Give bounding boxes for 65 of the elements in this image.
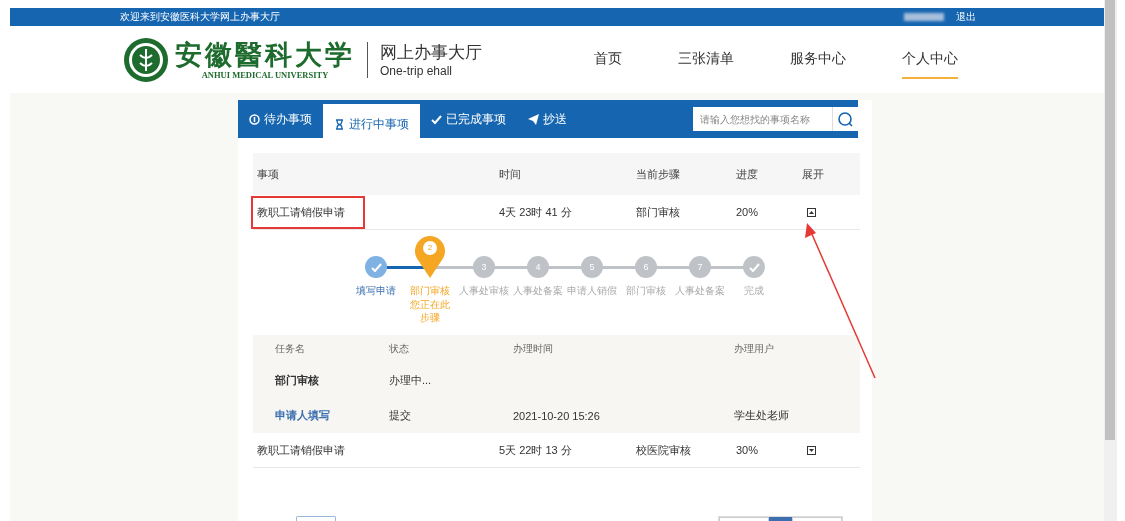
tab[interactable]: 待办事项 — [238, 102, 323, 136]
tab[interactable]: 已完成事项 — [420, 102, 517, 136]
nav-link[interactable]: 个人中心 — [902, 40, 958, 79]
logout-link[interactable]: 退出 — [956, 10, 976, 24]
tab[interactable]: 进行中事项 — [323, 104, 420, 140]
nav-link[interactable]: 三张清单 — [678, 40, 734, 79]
table-cell-text: 办理中... — [389, 373, 433, 388]
search-field[interactable]: 请输入您想找的事项名称 — [693, 107, 832, 131]
search-button[interactable] — [832, 107, 858, 131]
logo-title: 安徽醫科大学 — [175, 39, 355, 70]
step-label: 人事处备案 — [513, 284, 563, 298]
step-label: 人事处备案 — [675, 284, 725, 298]
site-title: 网上办事大厅 — [380, 42, 482, 64]
scrollbar[interactable] — [1104, 0, 1117, 521]
nav-link[interactable]: 服务中心 — [790, 40, 846, 79]
search-icon — [838, 111, 853, 127]
table-cell-text: 2021-10-20 15:26 — [513, 409, 601, 422]
check-icon — [431, 113, 442, 125]
step-label: 部门审核 — [626, 284, 666, 298]
column-header: 任务名 — [275, 342, 306, 356]
table-cell-text: 30% — [736, 444, 760, 456]
table-cell-text: 20% — [736, 206, 760, 218]
table-cell-text: 5天 22时 13 分 — [499, 442, 573, 458]
highlighted-cell: 教职工请销假申请 — [253, 197, 363, 227]
column-header: 事项 — [257, 166, 280, 182]
step-label: 完成 — [744, 284, 764, 298]
nav-link[interactable]: 首页 — [594, 40, 622, 79]
collapse-icon[interactable] — [807, 207, 816, 217]
table-cell-text: 部门审核 — [636, 204, 681, 220]
logo-subtitle: ANHUI MEDICAL UNIVERSITY — [201, 69, 329, 80]
scrollbar-thumb[interactable] — [1105, 0, 1115, 440]
table-cell-text: 学生处老师 — [734, 408, 790, 423]
hourglass-icon — [334, 118, 345, 130]
site-subtitle: One-trip ehall — [380, 64, 454, 78]
info-icon — [249, 113, 260, 125]
step-label: 人事处审核 — [459, 284, 509, 298]
welcome-text: 欢迎来到安徽医科大学网上办事大厅 — [120, 10, 280, 24]
table-cell-text: 教职工请销假申请 — [257, 442, 345, 458]
column-header: 状态 — [389, 342, 410, 356]
column-header: 办理用户 — [734, 342, 775, 356]
table-cell-text: 校医院审核 — [636, 442, 692, 458]
step-note: 您正在此步骤 — [409, 298, 451, 324]
tab[interactable]: 抄送 — [517, 102, 578, 136]
column-header: 时间 — [499, 166, 522, 182]
blurred-username — [904, 13, 944, 21]
paper-plane-icon — [528, 113, 539, 125]
column-header: 当前步骤 — [636, 166, 681, 182]
step-number: 6 — [635, 256, 657, 278]
expand-icon[interactable] — [807, 445, 816, 455]
column-header: 办理时间 — [513, 342, 554, 356]
step-label: 部门审核 — [410, 284, 450, 298]
step-label: 申请人销假 — [567, 284, 617, 298]
column-header: 展开 — [802, 166, 825, 182]
task-link[interactable]: 申请人填写 — [275, 408, 389, 423]
step-label: 填写申请 — [356, 284, 396, 298]
table-cell-text: 提交 — [389, 408, 412, 423]
page-size-select[interactable] — [296, 516, 336, 521]
university-emblem-icon — [123, 36, 169, 83]
step-check-icon — [365, 256, 387, 278]
step-number: 5 — [581, 256, 603, 278]
table-cell-text: 4天 23时 41 分 — [499, 204, 573, 220]
column-header: 进度 — [736, 166, 759, 182]
step-number: 7 — [689, 256, 711, 278]
location-pin-icon: 2 — [414, 234, 446, 278]
table-cell-text: 部门审核 — [275, 373, 320, 388]
